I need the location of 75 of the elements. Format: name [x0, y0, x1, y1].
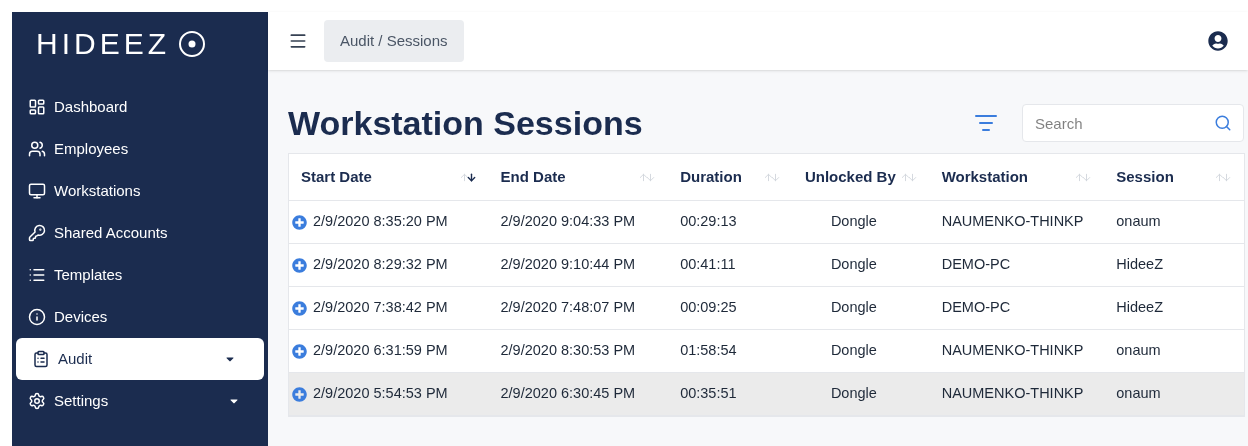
expand-icon[interactable]: [292, 386, 307, 402]
expand-icon[interactable]: [292, 300, 307, 316]
page-title: Workstation Sessions: [288, 102, 644, 144]
table-cell-text: 2/9/2020 6:31:59 PM: [313, 341, 448, 361]
table-cell-text: DEMO-PC: [941, 298, 1011, 318]
clipboard-icon: [32, 350, 50, 368]
table-cell-text: 2/9/2020 8:35:20 PM: [313, 212, 448, 232]
sidebar-item[interactable]: Employees: [12, 128, 268, 170]
table-cell-text: Dongle: [830, 255, 877, 275]
table-cell-text: Dongle: [830, 341, 877, 361]
table-cell-text: 2/9/2020 8:30:53 PM: [500, 341, 636, 361]
user-icon[interactable]: [1208, 31, 1228, 51]
logo: HIDEEZ: [36, 26, 170, 62]
column-header[interactable]: Session: [1104, 154, 1244, 200]
table-cell-text: 01:58:54: [680, 341, 737, 361]
key-icon: [28, 224, 46, 242]
table-cell-text: NAUMENKO-THINKP: [941, 384, 1084, 404]
table-cell-text: 2/9/2020 7:48:07 PM: [500, 298, 636, 318]
table-cell-text: Dongle: [830, 212, 877, 232]
table-cell-text: HideeZ: [1116, 298, 1164, 318]
sidebar-label: Shared Accounts: [54, 222, 169, 243]
search-icon[interactable]: [1214, 114, 1232, 132]
logo-ring-icon: [178, 29, 206, 58]
table-cell-text: Dongle: [830, 298, 877, 318]
sidebar-item[interactable]: Settings: [12, 380, 268, 422]
table-cell-text: 2/9/2020 7:38:42 PM: [313, 298, 448, 318]
sidebar-label: Workstations: [54, 180, 142, 201]
sidebar-item[interactable]: Audit: [16, 338, 264, 380]
people-icon: [28, 140, 46, 158]
sidebar-label: Templates: [54, 264, 124, 285]
monitor-icon: [28, 182, 46, 200]
table-cell-text: 2/9/2020 9:10:44 PM: [500, 255, 636, 275]
table-cell-text: onaum: [1116, 341, 1161, 361]
info-icon: [28, 308, 46, 326]
sidebar-item[interactable]: Devices: [12, 296, 268, 338]
table-cell-text: 2/9/2020 9:04:33 PM: [500, 212, 636, 232]
column-header[interactable]: Unlocked By: [792, 154, 930, 200]
sidebar-label: Dashboard: [54, 96, 129, 117]
sidebar-label: Devices: [54, 306, 109, 327]
search-field[interactable]: Search: [1022, 104, 1244, 142]
column-header[interactable]: End Date: [488, 154, 669, 200]
expand-icon[interactable]: [292, 343, 307, 359]
table-cell-text: NAUMENKO-THINKP: [941, 341, 1084, 361]
sidebar-label: Settings: [54, 390, 110, 411]
sidebar-item[interactable]: Workstations: [12, 170, 268, 212]
table-cell-text: 2/9/2020 5:54:53 PM: [313, 384, 448, 404]
table-cell-text: 00:41:11: [680, 255, 736, 275]
sidebar-item[interactable]: Templates: [12, 254, 268, 296]
table-row[interactable]: 2/9/2020 5:54:53 PM 2/9/2020 6:30:45 PM 00:35:51 Dongle NAUMENKO-THINKP onaum: [289, 373, 1244, 416]
table-cell-text: 00:09:25: [680, 298, 737, 318]
expand-icon[interactable]: [292, 257, 307, 273]
expand-icon[interactable]: [292, 214, 307, 230]
sort-icon[interactable]: [458, 171, 477, 183]
table-cell-text: onaum: [1116, 212, 1161, 232]
table-cell-text: 00:29:13: [680, 212, 737, 232]
sidebar-item[interactable]: Shared Accounts: [12, 212, 268, 254]
breadcrumb: Audit / Sessions: [324, 19, 464, 63]
column-header[interactable]: Workstation: [929, 154, 1105, 200]
column-header[interactable]: Start Date: [289, 154, 489, 200]
sidebar-label: Audit: [58, 348, 94, 369]
table-cell-text: Dongle: [830, 384, 877, 404]
dashboard-icon: [28, 98, 46, 116]
table-cell-text: onaum: [1116, 384, 1161, 404]
table-cell-text: DEMO-PC: [941, 255, 1011, 275]
settings-icon: [28, 392, 46, 410]
list-icon: [28, 266, 46, 284]
column-header[interactable]: Duration: [668, 154, 793, 200]
table-cell-text: HideeZ: [1116, 255, 1164, 275]
table-cell-text: 2/9/2020 6:30:45 PM: [500, 384, 636, 404]
table-cell-text: 2/9/2020 8:29:32 PM: [313, 255, 448, 275]
table-cell-text: 00:35:51: [680, 384, 737, 404]
sidebar-item[interactable]: Dashboard: [12, 86, 268, 128]
table-cell-text: NAUMENKO-THINKP: [941, 212, 1084, 232]
sidebar-label: Employees: [54, 138, 130, 159]
menu-icon[interactable]: [288, 31, 308, 51]
